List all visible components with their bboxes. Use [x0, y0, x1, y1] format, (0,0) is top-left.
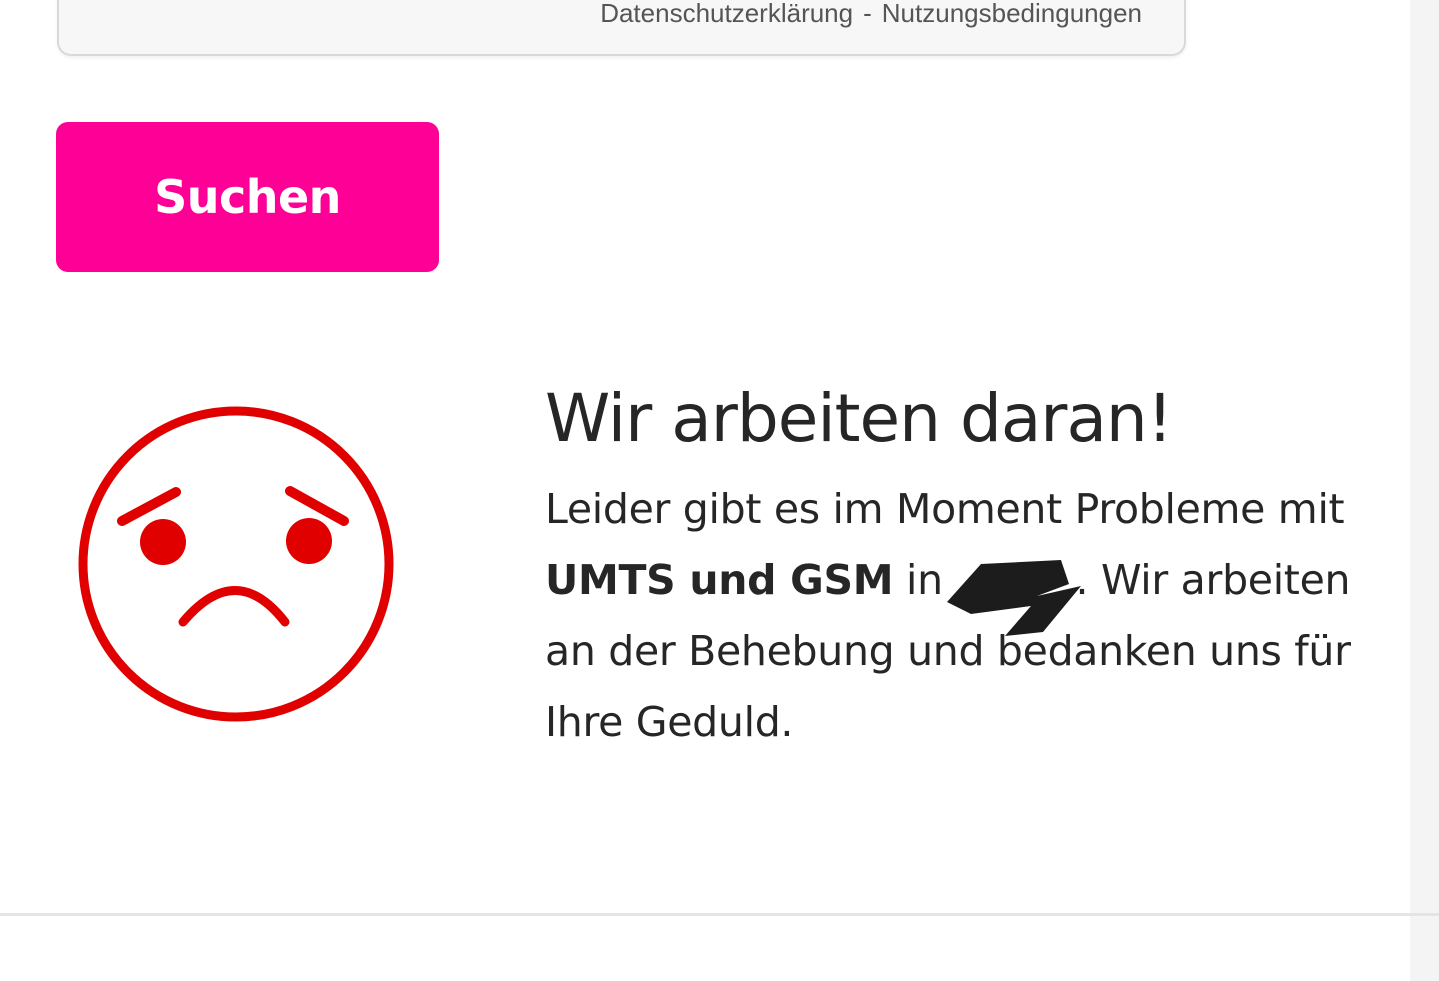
redacted-location [946, 558, 1081, 636]
terms-link[interactable]: Nutzungsbedingungen [882, 0, 1142, 28]
privacy-link[interactable]: Datenschutzerklärung [600, 0, 853, 28]
map-container[interactable]: Datenschutzerklärung - Nutzungsbedingungen [57, 0, 1186, 56]
sad-face-icon [76, 404, 396, 724]
scrollbar-track [1410, 0, 1439, 981]
status-heading: Wir arbeiten daran! [545, 380, 1173, 457]
link-separator: - [863, 0, 872, 28]
affected-networks: UMTS und GSM [545, 556, 894, 604]
search-button[interactable]: Suchen [56, 122, 439, 272]
status-text: Leider gibt es im Moment Probleme mit UM… [545, 474, 1405, 758]
map-footer-links: Datenschutzerklärung - Nutzungsbedingungen [600, 0, 1142, 29]
section-divider [0, 913, 1439, 916]
status-message: Wir arbeiten daran! Leider gibt es im Mo… [545, 378, 1405, 758]
status-text-intro: Leider gibt es im Moment Probleme mit [545, 485, 1345, 533]
